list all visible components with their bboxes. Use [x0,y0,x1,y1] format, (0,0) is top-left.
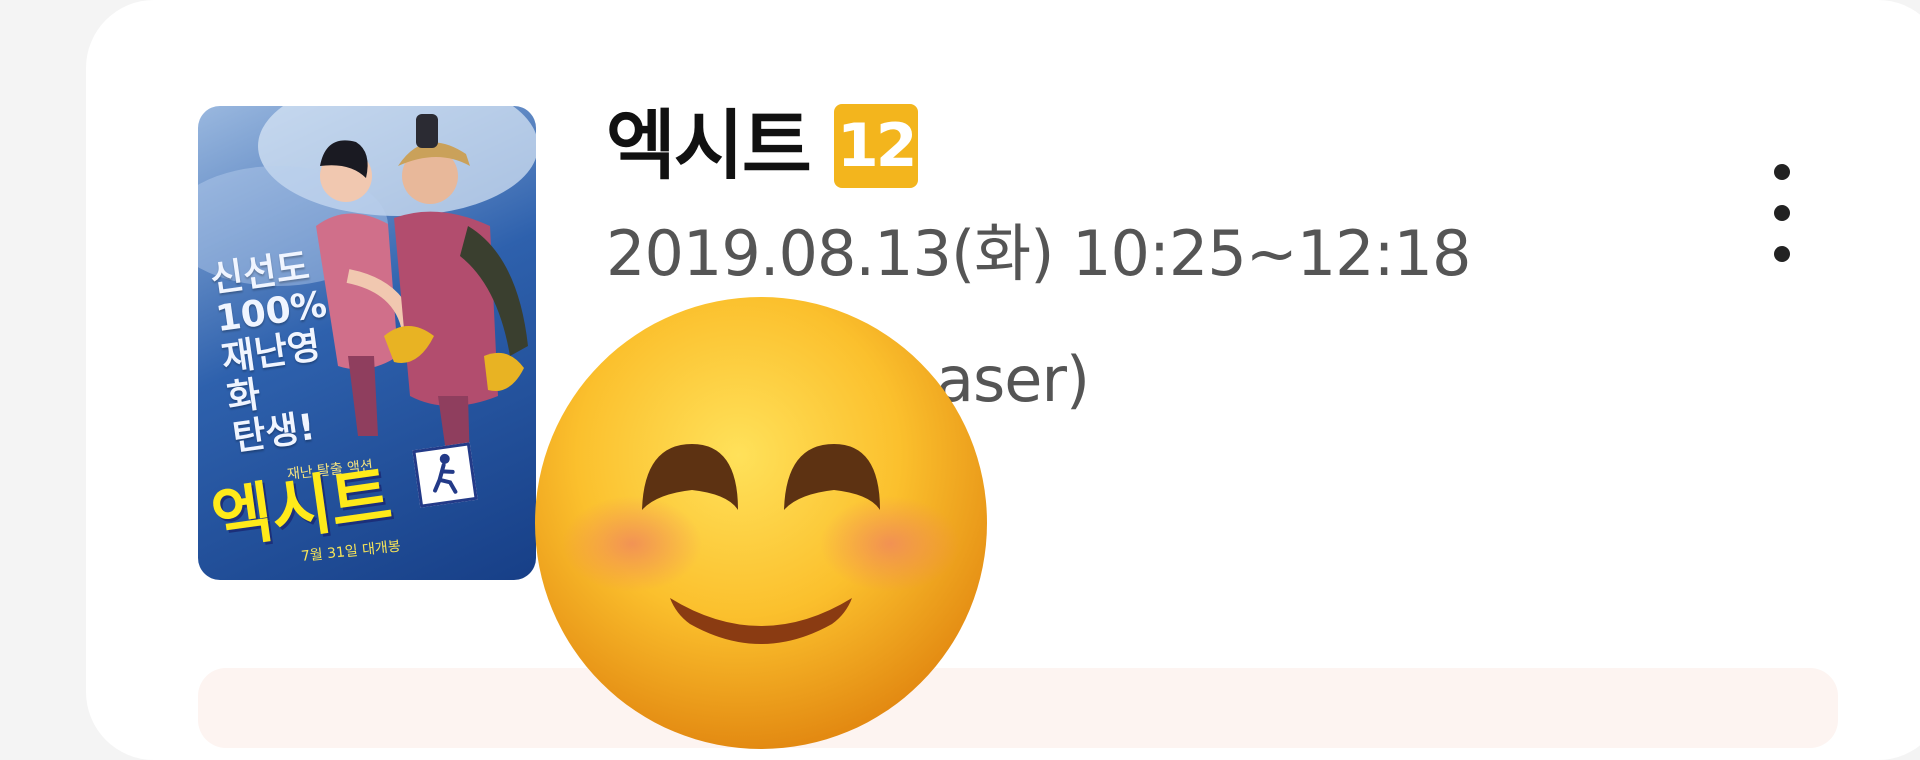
more-vertical-icon [1774,164,1790,180]
showtime-text: 2019.08.13(화) 10:25~12:18 [606,217,1471,290]
more-options-button[interactable] [1750,158,1814,268]
more-vertical-icon [1774,205,1790,221]
age-rating-badge: 12 [833,104,918,188]
movie-title: 엑시트 [606,101,812,190]
bottom-panel [198,668,1838,748]
more-vertical-icon [1774,246,1790,262]
poster-tagline: 신선도 100% 재난영화 탄생! [208,243,365,459]
movie-title-row: 엑시트 12 [606,100,918,192]
exit-sign-icon [412,442,478,508]
smiling-face-emoji-icon [535,297,987,749]
movie-poster[interactable]: 신선도 100% 재난영화 탄생! 재난 탈출 액션 엑시트 7월 31일 대개… [198,106,536,580]
